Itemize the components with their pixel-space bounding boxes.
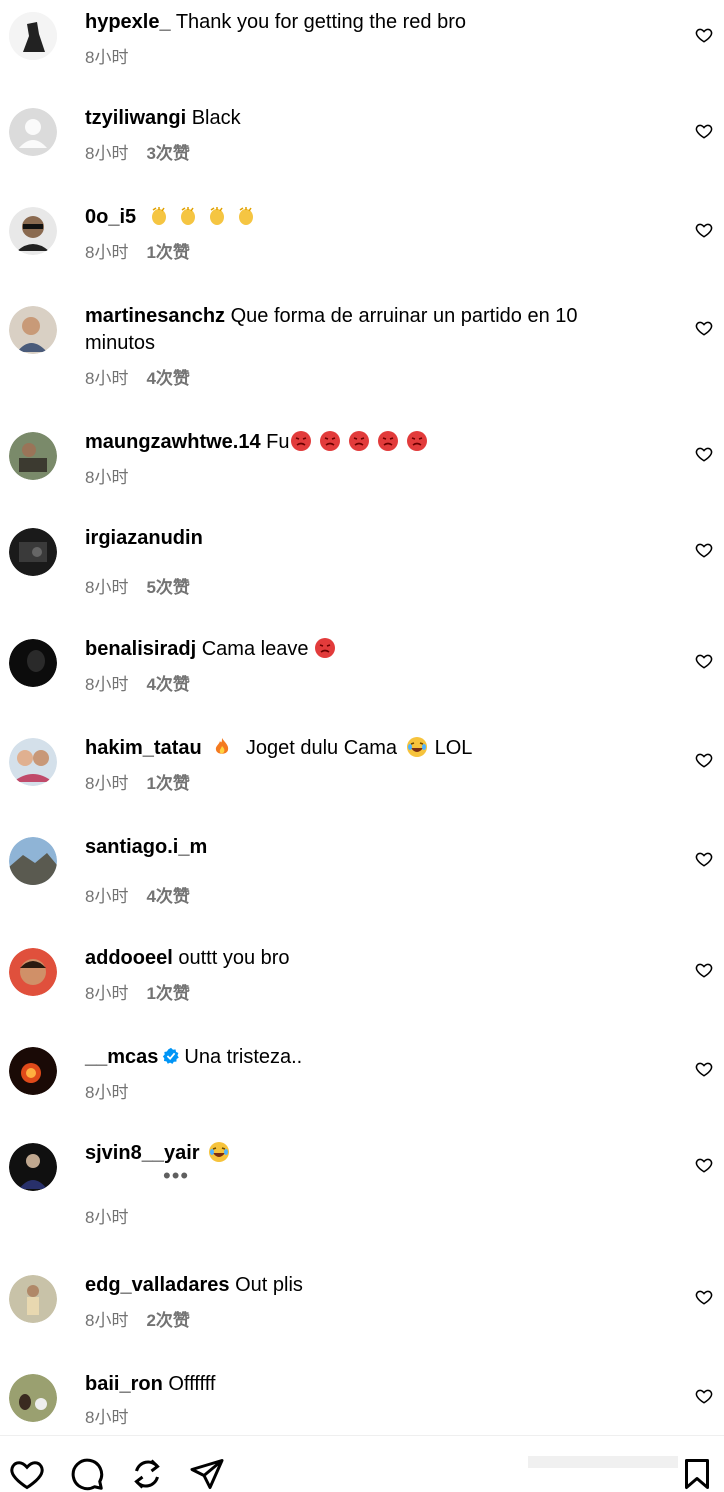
comment-username[interactable]: tzyiliwangi: [85, 107, 186, 129]
like-heart-icon[interactable]: [695, 850, 713, 868]
comment-username[interactable]: benalisiradj: [85, 638, 196, 660]
like-heart-icon[interactable]: [695, 1156, 713, 1174]
angry-face-icon: [406, 431, 427, 451]
laughing-face-icon: [209, 1142, 230, 1162]
avatar[interactable]: [9, 12, 57, 60]
avatar[interactable]: [9, 1275, 57, 1323]
comment-time: 8小时: [85, 774, 129, 793]
comment-text: Que forma de arruinar un partido en 10: [230, 305, 578, 327]
comment-time: 8小时: [85, 369, 129, 388]
avatar[interactable]: [9, 306, 57, 354]
comment-username[interactable]: __mcas: [85, 1046, 158, 1068]
like-heart-icon[interactable]: [695, 221, 713, 239]
comment-text: Cama leave: [201, 638, 309, 660]
comment-username[interactable]: sjvin8__yair: [85, 1142, 200, 1164]
like-heart-icon[interactable]: [695, 961, 713, 979]
avatar[interactable]: [9, 432, 57, 480]
avatar[interactable]: [9, 1143, 57, 1191]
comment-likes[interactable]: 4次赞: [146, 675, 189, 694]
comment-time: 8小时: [85, 1408, 129, 1427]
comment-text: Black: [191, 107, 241, 129]
comment-time: 8小时: [85, 675, 129, 694]
repost-icon[interactable]: [129, 1456, 165, 1492]
angry-face-icon: [315, 638, 335, 658]
angry-face-icon: [348, 431, 369, 451]
like-heart-icon[interactable]: [695, 26, 713, 44]
like-heart-icon[interactable]: [695, 319, 713, 337]
comment-username[interactable]: martinesanchz: [85, 305, 225, 327]
avatar[interactable]: [9, 1374, 57, 1422]
watermark: [528, 1456, 678, 1468]
action-bar: [0, 1435, 724, 1492]
comment-username[interactable]: 0o_i5: [85, 206, 136, 228]
avatar[interactable]: [9, 108, 57, 156]
avatar[interactable]: [9, 948, 57, 996]
comment-text-continued: minutos: [85, 332, 156, 354]
comment-likes[interactable]: 3次赞: [146, 144, 189, 163]
comment-username[interactable]: baii_ron: [85, 1373, 163, 1395]
comment-likes[interactable]: 4次赞: [146, 369, 189, 388]
comment-username[interactable]: addooeel: [85, 947, 173, 969]
clapping-hands-icon: [209, 207, 224, 225]
comment-time: 8小时: [85, 243, 129, 262]
comment-text: Out plis: [235, 1274, 303, 1296]
clapping-hands-icon: [180, 207, 195, 225]
comment-time: 8小时: [85, 984, 129, 1003]
fire-icon: [216, 738, 229, 754]
comment-likes[interactable]: 1次赞: [146, 774, 189, 793]
comment-username[interactable]: hypexle_: [85, 11, 171, 33]
angry-face-icon: [319, 431, 340, 451]
comment-text: Joget dulu Cama: [245, 737, 398, 759]
comment-text-tail: LOL: [434, 737, 473, 759]
clapping-hands-icon: [151, 207, 166, 225]
like-heart-icon[interactable]: [695, 1387, 713, 1405]
comment-text: Una tristeza..: [184, 1046, 303, 1068]
comment-time: 8小时: [85, 1208, 129, 1227]
like-heart-icon[interactable]: [695, 1288, 713, 1306]
angry-face-icon: [377, 431, 398, 451]
bookmark-icon[interactable]: [679, 1456, 715, 1492]
comment-likes[interactable]: 4次赞: [146, 887, 189, 906]
like-heart-icon[interactable]: [695, 751, 713, 769]
avatar[interactable]: [9, 528, 57, 576]
comment-time: 8小时: [85, 1311, 129, 1330]
avatar[interactable]: [9, 639, 57, 687]
heart-icon[interactable]: [9, 1456, 45, 1492]
comment-time: 8小时: [85, 887, 129, 906]
comment-likes[interactable]: 2次赞: [146, 1311, 189, 1330]
comment-username[interactable]: santiago.i_m: [85, 836, 207, 858]
comment-time: 8小时: [85, 48, 129, 67]
comment-username[interactable]: maungzawhtwe.14: [85, 431, 261, 453]
share-icon[interactable]: [189, 1456, 225, 1492]
comment-time: 8小时: [85, 578, 129, 597]
avatar[interactable]: [9, 837, 57, 885]
comment-username[interactable]: hakim_tatau: [85, 737, 202, 759]
like-heart-icon[interactable]: [695, 1060, 713, 1078]
verified-badge-icon: [163, 1047, 180, 1064]
like-heart-icon[interactable]: [695, 652, 713, 670]
comment-time: 8小时: [85, 1083, 129, 1102]
avatar[interactable]: [9, 738, 57, 786]
comment-likes[interactable]: 1次赞: [146, 984, 189, 1003]
clapping-hands-icon: [238, 207, 253, 225]
angry-face-icon: [290, 431, 311, 451]
comment-text: Fu: [266, 431, 290, 453]
comment-likes[interactable]: 1次赞: [146, 243, 189, 262]
avatar[interactable]: [9, 207, 57, 255]
comment-username[interactable]: irgiazanudin: [85, 527, 203, 549]
comment-text: Offffff: [168, 1373, 216, 1395]
more-options-icon[interactable]: •••: [163, 1165, 189, 1187]
comment-time: 8小时: [85, 468, 129, 487]
comment-text: Thank you for getting the red bro: [175, 11, 466, 33]
comment-username[interactable]: edg_valladares: [85, 1274, 230, 1296]
like-heart-icon[interactable]: [695, 122, 713, 140]
comment-time: 8小时: [85, 144, 129, 163]
laughing-face-icon: [406, 737, 427, 757]
comment-text: outtt you bro: [178, 947, 290, 969]
comment-likes[interactable]: 5次赞: [146, 578, 189, 597]
avatar[interactable]: [9, 1047, 57, 1095]
comment-icon[interactable]: [69, 1456, 105, 1492]
like-heart-icon[interactable]: [695, 541, 713, 559]
like-heart-icon[interactable]: [695, 445, 713, 463]
